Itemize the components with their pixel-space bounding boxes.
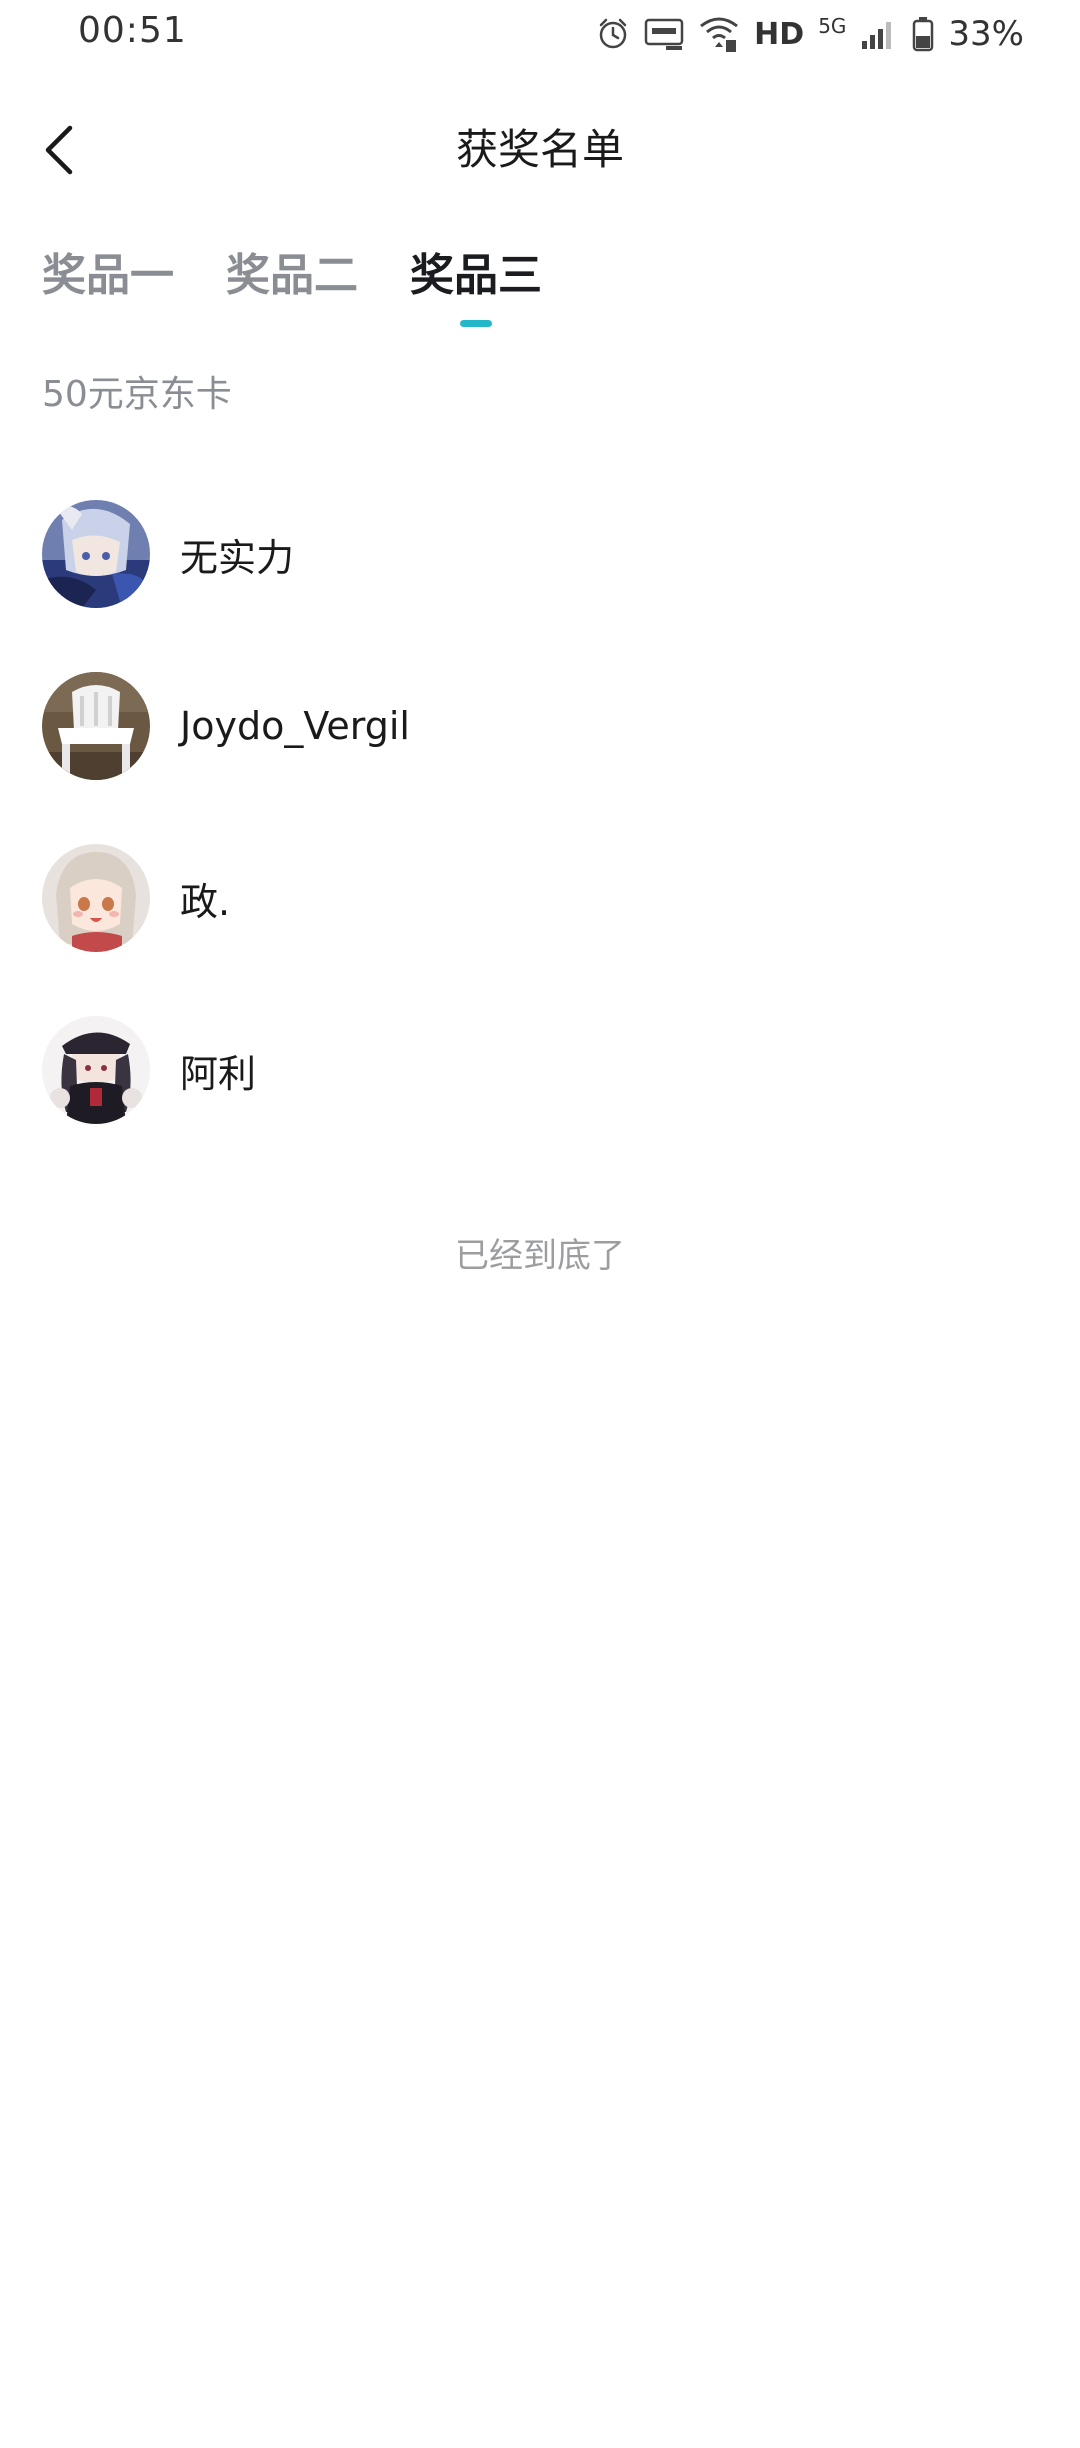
avatar[interactable] [42, 1016, 150, 1124]
tab-label: 奖品三 [410, 250, 542, 301]
tab-prize-two[interactable]: 奖品二 [226, 246, 358, 306]
signal-icon [860, 17, 898, 51]
status-time: 00:51 [78, 10, 187, 51]
avatar[interactable] [42, 500, 150, 608]
winner-name: 阿利 [180, 1051, 257, 1096]
status-icons: HD 5G 33% [596, 12, 1024, 56]
hd-indicator: HD [754, 16, 805, 52]
tab-prize-three[interactable]: 奖品三 [410, 246, 542, 327]
battery-percentage: 33% [948, 14, 1024, 54]
avatar[interactable] [42, 672, 150, 780]
active-tab-indicator [460, 320, 492, 327]
avatar[interactable] [42, 844, 150, 952]
list-item[interactable]: Joydo_Vergil [42, 640, 1042, 812]
winner-name: 无实力 [180, 535, 295, 580]
alarm-icon [596, 17, 630, 51]
status-bar: 00:51 HD 5G 33% [0, 0, 1080, 66]
prize-name: 50元京东卡 [42, 374, 232, 415]
page-title: 获奖名单 [455, 125, 624, 174]
tab-label: 奖品二 [226, 250, 358, 301]
screen: 00:51 HD 5G 33% 获奖名单 奖品一 奖品二 奖品三 50元京东卡 … [0, 0, 1080, 2448]
tab-prize-one[interactable]: 奖品一 [42, 246, 174, 306]
auto-hz-icon [644, 17, 684, 51]
wifi-6-icon [698, 14, 740, 54]
network-type: 5G [818, 14, 847, 38]
battery-icon [912, 16, 934, 52]
end-of-list-text: 已经到底了 [455, 1236, 625, 1276]
winners-list: 无实力 Joydo_Vergil 政. 阿利 [42, 468, 1042, 1156]
winner-name: 政. [180, 879, 231, 924]
tab-label: 奖品一 [42, 250, 174, 301]
prize-tabs: 奖品一 奖品二 奖品三 [42, 246, 542, 327]
header: 获奖名单 [0, 100, 1080, 200]
list-item[interactable]: 无实力 [42, 468, 1042, 640]
list-item[interactable]: 政. [42, 812, 1042, 984]
list-item[interactable]: 阿利 [42, 984, 1042, 1156]
winner-name: Joydo_Vergil [180, 704, 410, 748]
